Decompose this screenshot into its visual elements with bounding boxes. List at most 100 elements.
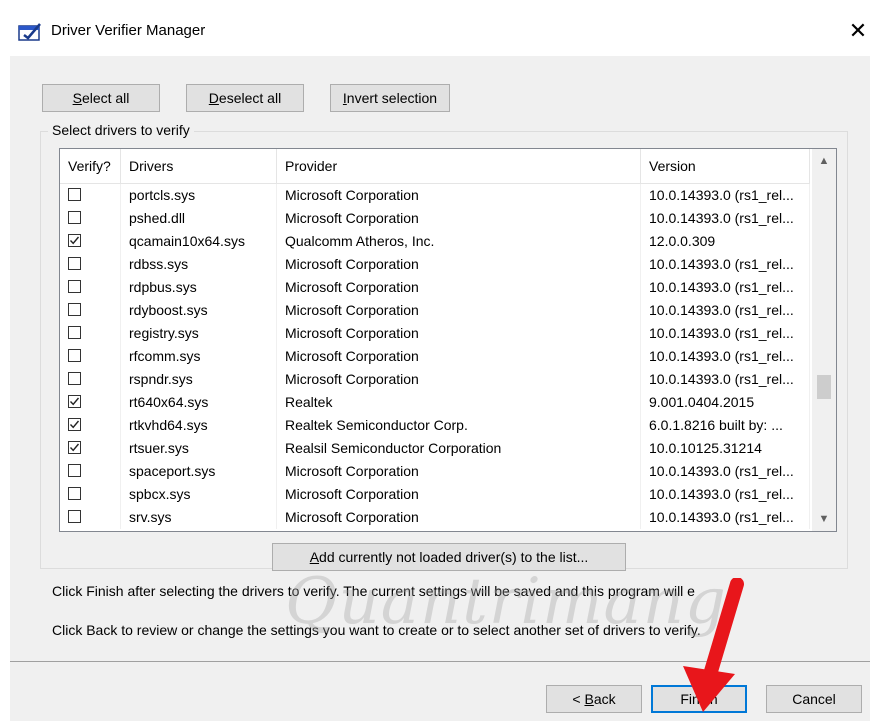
invert-selection-button[interactable]: Invert selection [330,84,450,112]
scroll-up-icon[interactable]: ▲ [812,151,836,171]
verify-cell [60,345,121,368]
driver-name: rdyboost.sys [121,299,277,322]
table-row[interactable]: rtkvhd64.sys Realtek Semiconductor Corp. 6… [60,414,810,437]
cancel-button[interactable]: Cancel [766,685,862,713]
driver-name: srv.sys [121,506,277,529]
checkbox-unchecked[interactable] [68,257,81,270]
verify-cell [60,368,121,391]
checkbox-checked[interactable] [68,418,81,431]
driver-provider: Microsoft Corporation [277,345,641,368]
info-text-finish: Click Finish after selecting the drivers… [52,583,695,599]
table-row[interactable]: rtsuer.sys Realsil Semiconductor Corporat… [60,437,810,460]
driver-version: 6.0.1.8216 built by: ... [641,414,810,437]
table-row[interactable]: pshed.dll Microsoft Corporation 10.0.14393… [60,207,810,230]
driver-version: 10.0.14393.0 (rs1_rel... [641,207,810,230]
checkbox-unchecked[interactable] [68,188,81,201]
checkbox-unchecked[interactable] [68,326,81,339]
table-row[interactable]: spaceport.sys Microsoft Corporation 10.0.1… [60,460,810,483]
driver-provider: Microsoft Corporation [277,184,641,207]
column-header-provider[interactable]: Provider [277,149,641,183]
verify-cell [60,460,121,483]
table-row[interactable]: rdpbus.sys Microsoft Corporation 10.0.1439… [60,276,810,299]
checkbox-checked[interactable] [68,395,81,408]
driver-name: qcamain10x64.sys [121,230,277,253]
checkbox-checked[interactable] [68,234,81,247]
cancel-label: Cancel [792,691,836,707]
driver-provider: Microsoft Corporation [277,276,641,299]
back-mnemonic: B [584,691,594,707]
checkbox-checked[interactable] [68,441,81,454]
driver-version: 10.0.14393.0 (rs1_rel... [641,253,810,276]
back-label: ack [593,691,616,707]
table-row[interactable]: registry.sys Microsoft Corporation 10.0.14… [60,322,810,345]
verify-cell [60,414,121,437]
driver-name: pshed.dll [121,207,277,230]
driver-version: 10.0.10125.31214 [641,437,810,460]
table-row[interactable]: rdbss.sys Microsoft Corporation 10.0.14393… [60,253,810,276]
back-prefix: < [572,691,581,707]
list-header: Verify? Drivers Provider Version [60,149,810,184]
verify-cell [60,391,121,414]
scrollbar-thumb[interactable] [817,375,831,399]
driver-name: portcls.sys [121,184,277,207]
title-bar: Driver Verifier Manager ✕ [0,0,870,56]
deselect-all-button[interactable]: Deselect all [186,84,304,112]
column-header-version[interactable]: Version [641,149,810,183]
checkbox-unchecked[interactable] [68,510,81,523]
invert-selection-label: nvert selection [346,90,438,106]
verify-cell [60,437,121,460]
driver-version: 10.0.14393.0 (rs1_rel... [641,276,810,299]
finish-label: Finish [680,691,718,707]
select-all-button[interactable]: Select all [42,84,160,112]
verify-cell [60,276,121,299]
driver-version: 10.0.14393.0 (rs1_rel... [641,184,810,207]
table-row[interactable]: portcls.sys Microsoft Corporation 10.0.143… [60,184,810,207]
column-header-drivers[interactable]: Drivers [121,149,277,183]
driver-version: 12.0.0.309 [641,230,810,253]
table-row[interactable]: rdyboost.sys Microsoft Corporation 10.0.14… [60,299,810,322]
driver-provider: Realtek [277,391,641,414]
driver-name: rspndr.sys [121,368,277,391]
checkbox-unchecked[interactable] [68,464,81,477]
drivers-list[interactable]: Verify? Drivers Provider Version portcls… [59,148,837,532]
table-row[interactable]: rspndr.sys Microsoft Corporation 10.0.1439… [60,368,810,391]
add-drivers-mnemonic: A [309,549,320,565]
checkbox-unchecked[interactable] [68,487,81,500]
table-row[interactable]: rfcomm.sys Microsoft Corporation 10.0.1439… [60,345,810,368]
checkbox-unchecked[interactable] [68,372,81,385]
driver-provider: Microsoft Corporation [277,322,641,345]
driver-provider: Realtek Semiconductor Corp. [277,414,641,437]
verify-cell [60,230,121,253]
column-header-verify[interactable]: Verify? [60,149,121,183]
window-title: Driver Verifier Manager [51,22,206,39]
driver-version: 10.0.14393.0 (rs1_rel... [641,322,810,345]
deselect-all-label: eselect all [218,90,282,106]
checkbox-unchecked[interactable] [68,349,81,362]
back-button[interactable]: < Back [546,685,642,713]
verify-cell [60,207,121,230]
vertical-scrollbar[interactable]: ▲ ▼ [812,149,836,531]
table-row[interactable]: rt640x64.sys Realtek 9.001.0404.2015 [60,391,810,414]
driver-name: rdbss.sys [121,253,277,276]
scroll-down-icon[interactable]: ▼ [812,509,836,529]
verify-cell [60,184,121,207]
close-icon[interactable]: ✕ [846,16,870,46]
table-row[interactable]: srv.sys Microsoft Corporation 10.0.14393.0… [60,506,810,529]
verify-cell [60,322,121,345]
finish-button[interactable]: Finish [651,685,747,713]
table-row[interactable]: spbcx.sys Microsoft Corporation 10.0.14393… [60,483,810,506]
checkbox-unchecked[interactable] [68,303,81,316]
deselect-all-mnemonic: D [208,90,219,106]
table-row[interactable]: qcamain10x64.sys Qualcomm Atheros, Inc. 12… [60,230,810,253]
driver-provider: Microsoft Corporation [277,460,641,483]
add-drivers-button[interactable]: Add currently not loaded driver(s) to th… [272,543,626,571]
add-drivers-label: dd currently not loaded driver(s) to the… [319,549,589,565]
driver-version: 10.0.14393.0 (rs1_rel... [641,368,810,391]
driver-provider: Microsoft Corporation [277,253,641,276]
verify-cell [60,253,121,276]
verify-cell [60,299,121,322]
checkmark-icon [69,397,80,406]
checkbox-unchecked[interactable] [68,280,81,293]
driver-version: 10.0.14393.0 (rs1_rel... [641,506,810,529]
checkbox-unchecked[interactable] [68,211,81,224]
